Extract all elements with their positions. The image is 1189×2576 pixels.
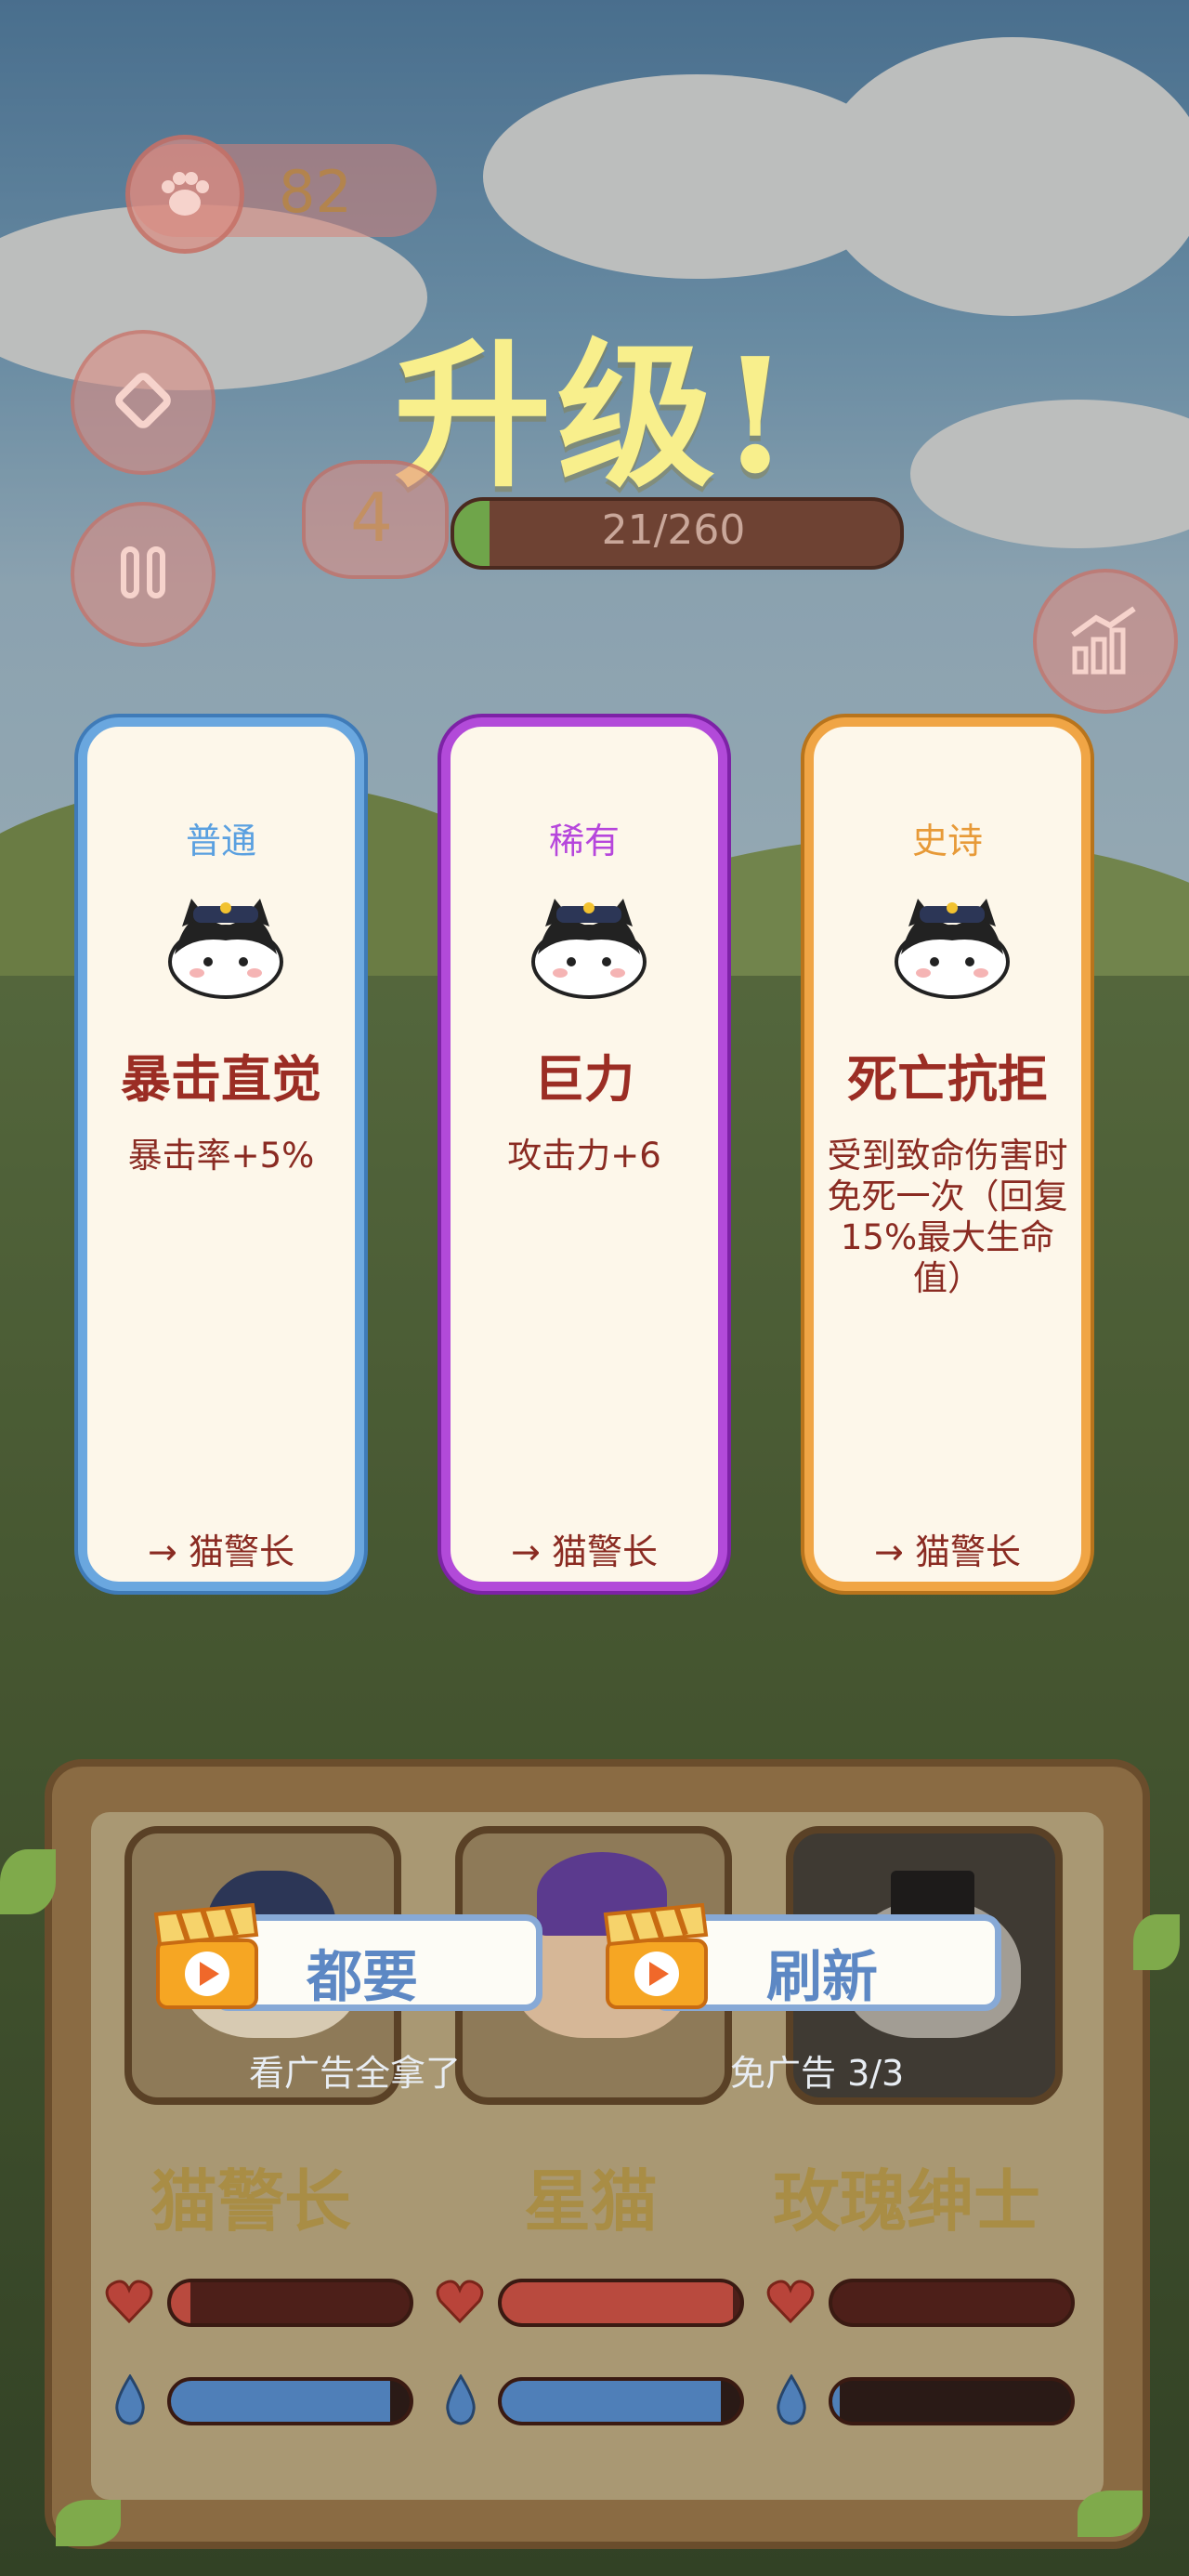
refresh-subtext: 免广告 3/3: [730, 2053, 905, 2094]
mp-fill: [832, 2381, 840, 2422]
leaf-decoration: [1078, 2491, 1143, 2537]
leaf-decoration: [0, 1849, 56, 1914]
mp-fill: [171, 2381, 391, 2422]
upgrade-card-epic[interactable]: 史诗 死亡抗拒 受到致命伤害时免死一次（回复15%最大生命值） → 猫警长: [804, 717, 1091, 1591]
video-ad-icon: [150, 1902, 264, 2013]
coin-count: 82: [279, 158, 352, 226]
xp-text: 21/260: [601, 506, 746, 554]
refresh-label: 刷新: [766, 1945, 878, 2010]
pause-button[interactable]: [71, 502, 216, 647]
paw-coin-icon: [125, 135, 244, 254]
rarity-label: 史诗: [911, 821, 983, 861]
skill-desc: 暴击率+5%: [127, 1136, 315, 1176]
level-up-title: 升级!: [393, 323, 796, 509]
hp-bar-police-cat: [167, 2279, 413, 2327]
skill-target: → 猫警长: [148, 1531, 294, 1572]
heart-icon: [104, 2277, 154, 2327]
mp-fill: [502, 2381, 722, 2422]
mana-drop-icon: [111, 2373, 149, 2426]
police-cat-portrait: [892, 889, 1013, 1001]
hp-bar-star-cat: [498, 2279, 744, 2327]
mana-drop-icon: [773, 2373, 810, 2426]
mp-bar-police-cat: [167, 2377, 413, 2425]
team-name-star-cat: 星猫: [524, 2162, 659, 2241]
rarity-label: 稀有: [548, 821, 620, 861]
rarity-label: 普通: [185, 821, 256, 861]
skill-target: → 猫警长: [511, 1531, 658, 1572]
skill-desc: 受到致命伤害时免死一次（回复15%最大生命值）: [827, 1136, 1068, 1298]
chart-growth-icon: [1064, 598, 1147, 685]
team-name-rose-gentleman: 玫瑰绅士: [773, 2162, 1041, 2241]
skill-name: 巨力: [534, 1050, 634, 1109]
heart-icon: [765, 2277, 816, 2327]
skill-desc: 攻击力+6: [507, 1136, 661, 1176]
upgrade-card-common[interactable]: 普通 暴击直觉 暴击率+5% → 猫警长: [78, 717, 364, 1591]
police-cat-portrait: [165, 889, 286, 1001]
hp-bar-rose-gentleman: [829, 2279, 1075, 2327]
player-level: 4: [350, 479, 393, 557]
upgrade-card-rare[interactable]: 稀有 巨力 攻击力+6 → 猫警长: [441, 717, 727, 1591]
take-all-label: 都要: [307, 1945, 418, 2010]
skill-name: 暴击直觉: [121, 1050, 321, 1109]
take-all-subtext: 看广告全拿了: [249, 2053, 462, 2094]
mp-bar-star-cat: [498, 2377, 744, 2425]
leaf-decoration: [1133, 1914, 1180, 1970]
police-cat-portrait: [529, 889, 649, 1001]
pause-icon: [111, 540, 176, 609]
team-name-police-cat: 猫警长: [150, 2162, 352, 2241]
skill-name: 死亡抗拒: [847, 1050, 1048, 1109]
video-ad-icon: [600, 1902, 713, 2013]
stats-button[interactable]: [1033, 569, 1178, 714]
mp-bar-rose-gentleman: [829, 2377, 1075, 2425]
mana-drop-icon: [442, 2373, 479, 2426]
leaf-decoration: [56, 2500, 121, 2546]
hp-fill: [502, 2282, 734, 2323]
hp-fill: [171, 2282, 190, 2323]
heart-icon: [435, 2277, 485, 2327]
skill-target: → 猫警长: [874, 1531, 1021, 1572]
